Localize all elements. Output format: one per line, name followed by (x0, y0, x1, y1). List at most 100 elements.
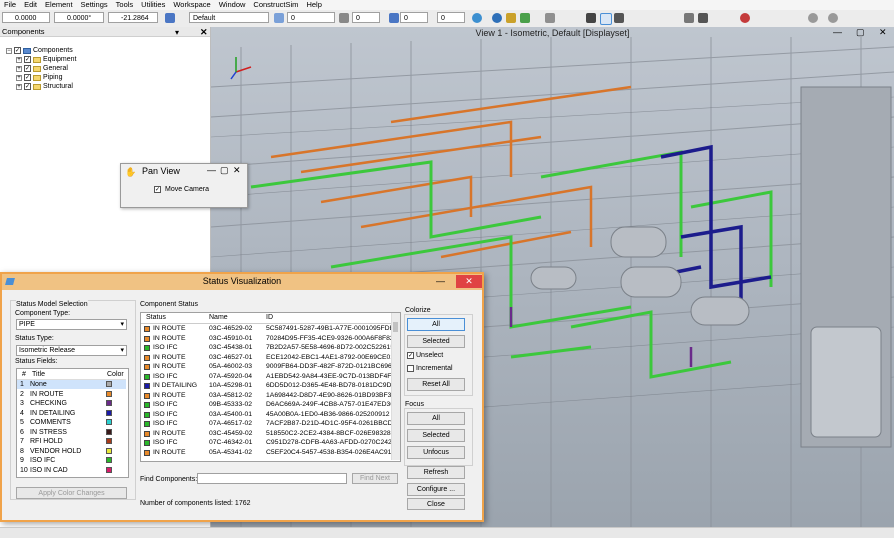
edit-icon[interactable] (506, 13, 516, 23)
component-status-row[interactable]: IN ROUTE 03C-46527-01 ECE12042-EBC1-4AE1-8… (141, 353, 391, 362)
info-icon[interactable] (492, 13, 502, 23)
grid-icon[interactable] (545, 13, 555, 23)
color-select[interactable]: 0 (287, 12, 335, 23)
reset-all-button[interactable]: Reset All (407, 378, 465, 391)
tree-node-structural[interactable]: + ✓ Structural (16, 82, 73, 91)
expand-icon[interactable]: + (16, 56, 22, 63)
component-status-row[interactable]: ISO IFC 07A-46517-02 7ACF2B87-D21D-4D1C-95… (141, 419, 391, 428)
focus-all-button[interactable]: All (407, 412, 465, 425)
field-color-swatch[interactable] (106, 428, 112, 435)
checkbox-icon[interactable]: ✓ (24, 65, 31, 72)
pan-view-maximize-icon[interactable]: ▢ (220, 165, 229, 176)
panel-pin-icon[interactable]: ▾ (175, 28, 179, 37)
line-style-select[interactable]: 0 (352, 12, 380, 23)
menu-window[interactable]: Window (215, 0, 250, 10)
refresh-icon[interactable] (828, 13, 838, 23)
field-color-swatch[interactable] (106, 466, 112, 473)
component-status-row[interactable]: IN ROUTE 03A-45812-02 1A698442-D8D7-4E90-8… (141, 391, 391, 400)
component-status-row[interactable]: IN ROUTE 03C-45459-02 518550C2-2CE2-4384-8… (141, 429, 391, 438)
line-style-icon[interactable] (339, 13, 349, 23)
status-field-row[interactable]: 10 ISO IN CAD (17, 466, 126, 475)
status-field-row[interactable]: 9 ISO IFC (17, 456, 126, 465)
weight-icon[interactable] (389, 13, 399, 23)
colorize-selected-button[interactable]: Selected (407, 335, 465, 348)
line-weight-select[interactable]: 0 (400, 12, 428, 23)
tree-node-general[interactable]: + ✓ General (16, 64, 68, 73)
status-field-row[interactable]: 8 VENDOR HOLD (17, 447, 126, 456)
view-minimize-icon[interactable]: — (833, 27, 842, 37)
pan-view-minimize-icon[interactable]: — (207, 165, 216, 175)
zoom-icon[interactable] (614, 13, 624, 23)
level-select[interactable]: Default (189, 12, 269, 23)
view-icon[interactable] (684, 13, 694, 23)
expand-icon[interactable]: + (16, 74, 22, 81)
status-visualization-titlebar[interactable]: Status Visualization — ✕ (2, 274, 482, 290)
find-next-button[interactable]: Find Next (352, 473, 398, 484)
component-status-row[interactable]: IN ROUTE 03C-46529-02 5C587491-5287-49B1-A… (141, 324, 391, 333)
status-type-select[interactable]: Isometric Release (16, 345, 127, 356)
status-field-row[interactable]: 1 None (17, 380, 126, 389)
dialog-close-button[interactable]: ✕ (456, 275, 482, 288)
unfocus-button[interactable]: Unfocus (407, 446, 465, 459)
menu-file[interactable]: File (0, 0, 20, 10)
coordinate-field-2[interactable]: 0.0000° (54, 12, 104, 23)
view-maximize-icon[interactable]: ▢ (856, 27, 865, 38)
component-status-row[interactable]: ISO IFC 03C-45438-01 7B2D2A57-5E58-4696-8D… (141, 343, 391, 352)
colorize-all-button[interactable]: All (407, 318, 465, 331)
status-field-row[interactable]: 7 RFI HOLD (17, 437, 126, 446)
field-color-swatch[interactable] (106, 381, 112, 387)
field-color-swatch[interactable] (106, 457, 112, 463)
field-color-swatch[interactable] (106, 419, 112, 425)
checkbox-icon[interactable]: ✓ (14, 47, 21, 54)
coordinate-field-1[interactable]: 0.0000 (2, 12, 50, 23)
component-type-select[interactable]: PIPE (16, 319, 127, 330)
dialog-minimize-icon[interactable]: — (436, 276, 445, 286)
configure-button[interactable]: Configure ... (407, 483, 465, 496)
fit-view-icon[interactable] (698, 13, 708, 23)
component-status-row[interactable]: ISO IFC 03A-45400-01 45A00B0A-1ED0-4B36-98… (141, 410, 391, 419)
menu-tools[interactable]: Tools (112, 0, 138, 10)
status-list-scrollbar[interactable] (391, 313, 400, 460)
tree-node-components[interactable]: − ✓ Components (6, 46, 73, 55)
globe-icon[interactable] (472, 13, 482, 23)
tree-node-equipment[interactable]: + ✓ Equipment (16, 55, 76, 64)
close-button[interactable]: Close (407, 498, 465, 510)
component-status-row[interactable]: IN ROUTE 05A-45341-02 C5EF20C4-5457-4538-B… (141, 448, 391, 457)
transparency-select[interactable]: 0 (437, 12, 465, 23)
status-field-row[interactable]: 5 COMMENTS (17, 418, 126, 427)
component-status-row[interactable]: IN DETAILING 10A-45298-01 6DD5D012-D365-4E… (141, 381, 391, 390)
layer-icon[interactable] (274, 13, 284, 23)
menu-edit[interactable]: Edit (20, 0, 41, 10)
menu-settings[interactable]: Settings (77, 0, 112, 10)
pan-hand-icon[interactable] (600, 13, 612, 25)
select-arrow-icon[interactable] (586, 13, 596, 23)
checkbox-icon[interactable]: ✓ (24, 83, 31, 90)
panel-close-icon[interactable]: ✕ (200, 27, 208, 38)
refresh-button[interactable]: Refresh (407, 466, 465, 479)
component-status-row[interactable]: ISO IFC 07A-45920-04 A1EBD542-9A84-43EE-9C… (141, 372, 391, 381)
unselect-checkbox[interactable]: ✓ (407, 352, 414, 359)
expand-icon[interactable]: + (16, 65, 22, 72)
move-camera-checkbox[interactable]: ✓ (154, 186, 161, 193)
menu-element[interactable]: Element (41, 0, 77, 10)
coordinate-field-3[interactable]: -21.2864 (108, 12, 158, 23)
display-icon[interactable] (165, 13, 175, 23)
incremental-checkbox[interactable] (407, 365, 414, 372)
measure-icon[interactable] (520, 13, 530, 23)
menu-utilities[interactable]: Utilities (137, 0, 169, 10)
render-icon[interactable] (740, 13, 750, 23)
status-field-row[interactable]: 2 IN ROUTE (17, 390, 126, 399)
checkbox-icon[interactable]: ✓ (24, 74, 31, 81)
field-color-swatch[interactable] (106, 409, 112, 416)
field-color-swatch[interactable] (106, 438, 112, 444)
pan-view-close-icon[interactable]: ✕ (233, 165, 241, 176)
status-field-row[interactable]: 4 IN DETAILING (17, 409, 126, 418)
status-field-row[interactable]: 3 CHECKING (17, 399, 126, 408)
menu-help[interactable]: Help (302, 0, 325, 10)
menu-constructsim[interactable]: ConstructSim (249, 0, 302, 10)
tree-node-piping[interactable]: + ✓ Piping (16, 73, 62, 82)
field-color-swatch[interactable] (106, 400, 112, 406)
menu-workspace[interactable]: Workspace (169, 0, 214, 10)
apply-color-changes-button[interactable]: Apply Color Changes (16, 487, 127, 499)
component-status-row[interactable]: IN ROUTE 05A-46002-03 9009FB64-DD3F-482F-8… (141, 362, 391, 371)
